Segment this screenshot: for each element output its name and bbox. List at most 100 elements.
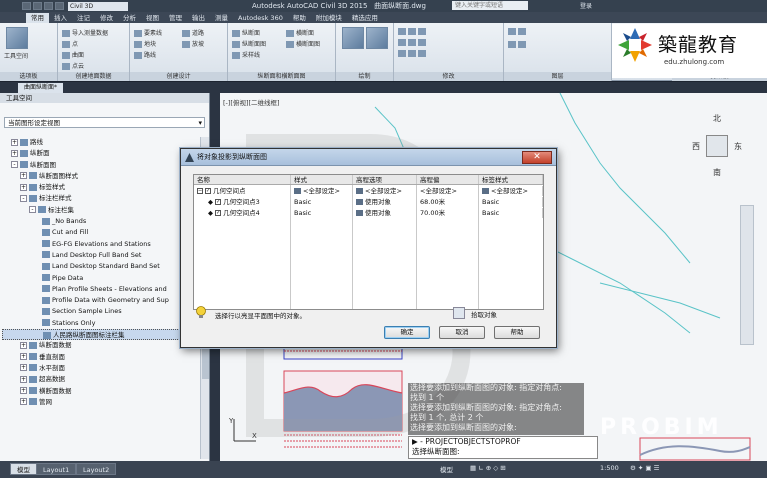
elevation-option-cell[interactable]: 使用对象 (353, 208, 417, 218)
alignment-button[interactable]: 路线 (134, 50, 156, 59)
tab-manage[interactable]: 管理 (164, 13, 187, 23)
expand-icon[interactable]: + (20, 172, 27, 180)
tree-node[interactable]: Land Desktop Standard Band Set (2, 261, 198, 272)
parcel-button[interactable]: 地块 (134, 39, 156, 48)
viewcube-west[interactable]: 西 (692, 141, 700, 152)
tree-node[interactable]: 人民路纵断面图标注栏集 (2, 329, 198, 341)
style-cell[interactable]: Basic (291, 208, 353, 218)
tree-node[interactable]: + 垂直剖面 (2, 352, 198, 363)
row-checkbox[interactable]: ✓ (215, 210, 222, 216)
line-icon[interactable] (342, 27, 364, 49)
tab-view[interactable]: 视图 (141, 13, 164, 23)
sample-lines-button[interactable]: 采样线 (232, 50, 260, 59)
expand-icon[interactable]: + (11, 138, 18, 146)
tree-node[interactable]: Stations Only (2, 318, 198, 329)
copy-button[interactable] (398, 39, 428, 46)
close-button[interactable]: ✕ (522, 151, 552, 164)
expand-icon[interactable]: + (20, 353, 27, 361)
open-icon[interactable] (33, 2, 42, 10)
viewcube[interactable]: 北 西 东 南 (690, 105, 744, 183)
viewport-label[interactable]: [-][俯视][二维线框] (223, 97, 280, 107)
tree-node[interactable]: Pipe Data (2, 273, 198, 284)
cancel-button[interactable]: 取消 (439, 326, 485, 339)
expand-icon[interactable]: + (11, 149, 18, 157)
viewcube-east[interactable]: 东 (734, 141, 742, 152)
tree-node[interactable]: + 标签样式 (2, 182, 198, 193)
tab-autodesk-360[interactable]: Autodesk 360 (233, 13, 288, 23)
elevation-cell[interactable]: <全部设定> (417, 186, 479, 196)
layer-dropdown[interactable] (508, 41, 528, 48)
expand-icon[interactable]: + (20, 341, 27, 349)
tree-node[interactable]: + 路线 (2, 137, 198, 148)
workspace-selector[interactable]: Civil 3D (68, 1, 128, 11)
elevation-option-cell[interactable]: <全部设定> (353, 186, 417, 196)
tab-model[interactable]: 模型 (10, 463, 37, 475)
table-row[interactable]: ◆ ✓ 几何空间点3 Basic 使用对象 68.00米 Basic (194, 197, 543, 207)
profile-view-button[interactable]: 纵断面图 (232, 39, 266, 48)
collapse-icon[interactable]: - (20, 194, 27, 202)
tree-node[interactable]: Cut and Fill (2, 227, 198, 238)
tab-analyze[interactable]: 分析 (118, 13, 141, 23)
table-row[interactable]: − ✓ 几何空间点 <全部设定> <全部设定> <全部设定> <全部设定> (194, 186, 543, 196)
collapse-toggle[interactable]: − (197, 188, 203, 194)
annotation-scale[interactable]: 1:500 (600, 464, 619, 472)
save-icon[interactable] (44, 2, 53, 10)
row-checkbox[interactable]: ✓ (215, 199, 222, 205)
tree-node[interactable]: Profile Data with Geometry and Sup (2, 295, 198, 306)
profile-button[interactable]: 纵断面 (232, 28, 260, 37)
tree-node[interactable]: + 横断面数据 (2, 386, 198, 397)
tab-insert[interactable]: 插入 (49, 13, 72, 23)
move-button[interactable] (398, 28, 428, 35)
tab-layout2[interactable]: Layout2 (76, 463, 117, 475)
row-checkbox[interactable]: ✓ (205, 188, 211, 194)
tree-node[interactable]: Plan Profile Sheets - Elevations and (2, 284, 198, 295)
viewcube-north[interactable]: 北 (713, 113, 721, 124)
tree-node[interactable]: + 管网 (2, 397, 198, 408)
stretch-button[interactable] (398, 50, 428, 57)
elevation-option-cell[interactable]: 使用对象 (353, 197, 417, 207)
tree-node[interactable]: - 纵断面图 (2, 160, 198, 171)
expand-icon[interactable]: + (20, 387, 27, 395)
tab-output[interactable]: 输出 (187, 13, 210, 23)
collapse-icon[interactable]: - (11, 161, 18, 169)
label-style-cell[interactable]: <全部设定> (479, 186, 543, 196)
column-header-label-style[interactable]: 标签样式 (479, 175, 543, 184)
new-icon[interactable] (22, 2, 31, 10)
grid-icon[interactable]: ▦ ∟ ⊕ ◇ ⊞ (470, 464, 506, 472)
section-view-button[interactable]: 横断面图 (286, 39, 320, 48)
navigation-bar[interactable] (740, 205, 754, 345)
model-space-toggle[interactable]: 模型 (440, 464, 453, 474)
tree-node[interactable]: + 纵断面图样式 (2, 171, 198, 182)
label-style-cell[interactable]: Basic (479, 197, 543, 207)
tree-node[interactable]: Section Sample Lines (2, 306, 198, 317)
tab-annotate[interactable]: 注记 (72, 13, 95, 23)
document-tab[interactable]: 曲面纵断面* (18, 83, 64, 93)
tree-node[interactable]: + 纵断面数据 (2, 340, 198, 351)
expand-icon[interactable]: + (20, 183, 27, 191)
column-header-elevation-option[interactable]: 高程选项 (353, 175, 417, 184)
view-selector[interactable]: 当前图形设定视图 (4, 117, 205, 128)
tree-node[interactable]: - 标注栏样式 (2, 193, 198, 204)
search-input[interactable]: 键入关键字或短语 (452, 1, 528, 10)
column-header-style[interactable]: 样式 (291, 175, 353, 184)
tab-featured-apps[interactable]: 精选应用 (347, 13, 383, 23)
tab-home[interactable]: 常用 (26, 13, 49, 23)
points-button[interactable]: 点 (62, 39, 78, 48)
grading-button[interactable]: 放坡 (182, 39, 204, 48)
expand-icon[interactable]: + (20, 364, 27, 372)
style-cell[interactable]: <全部设定> (291, 186, 353, 196)
import-survey-button[interactable]: 导入测量数据 (62, 28, 108, 37)
tree-node[interactable]: Land Desktop Full Band Set (2, 250, 198, 261)
column-header-elevation[interactable]: 高程偏 (417, 175, 479, 184)
undo-icon[interactable] (55, 2, 64, 10)
label-style-cell[interactable]: Basic (479, 208, 543, 218)
pick-objects-icon[interactable] (453, 307, 465, 319)
tab-layout1[interactable]: Layout1 (36, 463, 77, 475)
tab-addins[interactable]: 附加模块 (311, 13, 347, 23)
settings-icon[interactable]: ⚙ ✦ ▣ ☰ (630, 464, 659, 472)
feature-line-button[interactable]: 要素线 (134, 28, 162, 37)
style-cell[interactable]: Basic (291, 197, 353, 207)
toolspace-icon[interactable] (6, 27, 28, 49)
tree-node[interactable]: EG-FG Elevations and Stations (2, 239, 198, 250)
expand-icon[interactable]: + (20, 375, 27, 383)
